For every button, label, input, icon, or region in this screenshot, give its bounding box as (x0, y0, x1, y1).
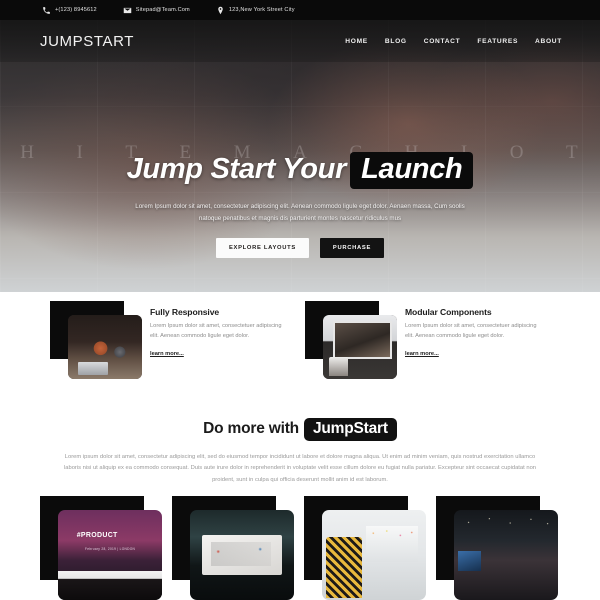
gallery-image[interactable] (322, 510, 426, 600)
feature-learn-more-link[interactable]: learn more... (405, 351, 439, 357)
gallery-section: #PRODUCT February 28, 2019 | LONDON (40, 496, 570, 600)
nav-item-features[interactable]: FEATURES (477, 38, 518, 45)
do-more-title-highlight: JumpStart (303, 418, 397, 441)
feature-thumb-wrap (50, 301, 142, 379)
feature-title: Fully Responsive (150, 307, 220, 317)
contact-email[interactable]: Sitepad@Team.Com (123, 6, 190, 15)
envelope-icon (123, 7, 132, 13)
gallery-subcaption: February 28, 2019 | LONDON (85, 546, 136, 551)
hero-button-group: EXPLORE LAYOUTS PURCHASE (0, 238, 600, 259)
main-navigation: HOME BLOG CONTACT FEATURES ABOUT (345, 38, 562, 45)
gallery-item-event-hall[interactable] (436, 496, 558, 600)
feature-image-cafe[interactable] (68, 315, 142, 379)
landing-page: +(123) 8945612 Sitepad@Team.Com 123,New … (0, 0, 600, 600)
feature-learn-more-link[interactable]: learn more... (150, 351, 184, 357)
contact-email-text: Sitepad@Team.Com (135, 7, 190, 13)
feature-text: Modular Components Lorem Ipsum dolor sit… (397, 301, 555, 387)
nav-item-about[interactable]: ABOUT (535, 38, 562, 45)
contact-address[interactable]: 123,New York Street City (216, 6, 295, 15)
top-contact-bar: +(123) 8945612 Sitepad@Team.Com 123,New … (0, 0, 600, 20)
gallery-image[interactable] (190, 510, 294, 600)
gallery-image[interactable]: #PRODUCT February 28, 2019 | LONDON (58, 510, 162, 600)
gallery-image[interactable] (454, 510, 558, 600)
hero-headline-highlight: Launch (350, 152, 474, 189)
gallery-item-conference-stage[interactable]: #PRODUCT February 28, 2019 | LONDON (40, 496, 162, 600)
feature-body: Lorem Ipsum dolor sit amet, consectetuer… (150, 323, 282, 339)
purchase-button[interactable]: PURCHASE (319, 238, 385, 259)
feature-image-presentation[interactable] (323, 315, 397, 379)
feature-body: Lorem Ipsum dolor sit amet, consectetuer… (405, 323, 537, 339)
do-more-title-plain: Do more with (203, 420, 299, 437)
do-more-body: Lorem ipsum dolor sit amet, consectetur … (63, 454, 537, 483)
feature-title: Modular Components (405, 307, 492, 317)
gallery-item-auditorium-screen[interactable] (172, 496, 294, 600)
contact-phone[interactable]: +(123) 8945612 (42, 6, 97, 15)
phone-icon (43, 6, 50, 14)
nav-item-home[interactable]: HOME (345, 38, 368, 45)
feature-panel: Fully Responsive Lorem Ipsum dolor sit a… (45, 292, 555, 387)
feature-text: Fully Responsive Lorem Ipsum dolor sit a… (142, 301, 300, 387)
gallery-item-workshop-whiteboard[interactable] (304, 496, 426, 600)
nav-item-contact[interactable]: CONTACT (424, 38, 461, 45)
site-logo[interactable]: JUMPSTART (40, 33, 134, 50)
feature-card-modular-components: Modular Components Lorem Ipsum dolor sit… (300, 292, 555, 387)
feature-thumb-wrap (305, 301, 397, 379)
feature-card-fully-responsive: Fully Responsive Lorem Ipsum dolor sit a… (45, 292, 300, 387)
hero-content: Jump Start Your Launch Lorem Ipsum dolor … (0, 152, 600, 259)
hero-headline: Jump Start Your Launch (0, 152, 600, 189)
nav-item-blog[interactable]: BLOG (385, 38, 407, 45)
hero-subtext: Lorem Ipsum dolor sit amet, consectetuer… (135, 203, 465, 223)
do-more-title: Do more with JumpStart (0, 418, 600, 441)
contact-phone-text: +(123) 8945612 (55, 7, 97, 13)
gallery-caption: #PRODUCT (76, 531, 118, 539)
map-pin-icon (218, 6, 223, 14)
do-more-section: Do more with JumpStart Lorem ipsum dolor … (0, 418, 600, 486)
contact-address-text: 123,New York Street City (228, 7, 295, 13)
site-header: JUMPSTART HOME BLOG CONTACT FEATURES ABO… (0, 20, 600, 62)
explore-layouts-button[interactable]: EXPLORE LAYOUTS (215, 238, 309, 259)
hero-headline-plain: Jump Start Your (126, 153, 347, 185)
